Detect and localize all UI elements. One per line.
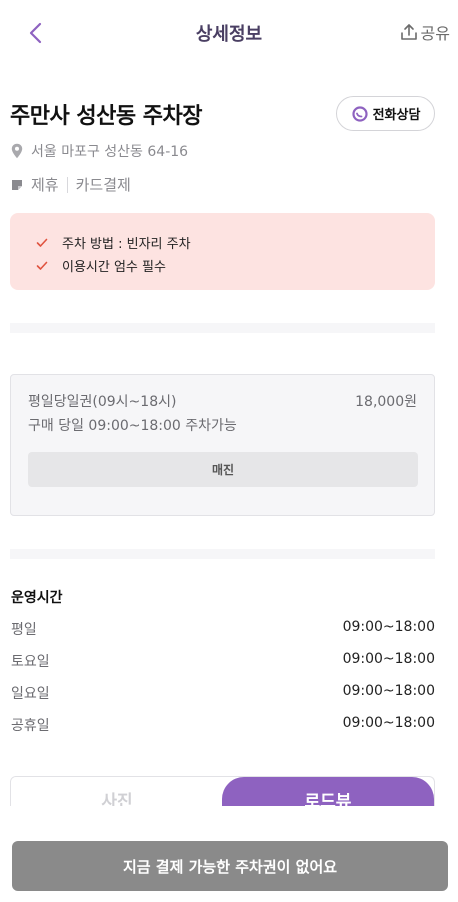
section-divider — [10, 549, 435, 559]
call-consult-label: 전화상담 — [372, 108, 421, 123]
hours-row: 평일 09:00~18:00 — [11, 619, 435, 639]
notice-item: 이용시간 엄수 필수 — [36, 254, 409, 277]
hours-row: 일요일 09:00~18:00 — [11, 683, 435, 703]
call-consult-button[interactable]: 전화상담 — [336, 96, 435, 131]
notice-text: 주차 방법 : 빈자리 주차 — [62, 237, 191, 252]
pay-button[interactable]: 지금 결제 가능한 주차권이 없어요 — [12, 841, 448, 891]
hours-day: 평일 — [11, 622, 37, 638]
tag-separator — [66, 176, 68, 193]
ticket-name: 평일당일권(09시~18시) — [28, 394, 177, 410]
operating-hours-title: 운영시간 — [11, 590, 63, 606]
ticket-description: 구매 당일 09:00~18:00 주차가능 — [28, 418, 237, 434]
header: 상세정보 공유 — [0, 0, 458, 64]
share-icon — [400, 24, 417, 40]
media-tab-bar: 사진 로드뷰 — [10, 776, 435, 806]
tab-roadview[interactable]: 로드뷰 — [222, 777, 434, 806]
check-icon — [36, 261, 48, 270]
hours-time: 09:00~18:00 — [342, 619, 435, 635]
page-title: 상세정보 — [195, 24, 263, 45]
hours-day: 일요일 — [11, 686, 50, 702]
share-button[interactable]: 공유 — [400, 20, 450, 44]
address-text: 서울 마포구 성산동 64-16 — [31, 144, 189, 160]
parking-lot-name: 주만사 성산동 주차장 — [10, 104, 202, 129]
hours-time: 09:00~18:00 — [342, 683, 435, 699]
phone-chat-icon — [351, 105, 368, 122]
tags-row: 제휴 카드결제 — [11, 174, 131, 195]
tag-partnership: 제휴 — [31, 176, 59, 194]
bottom-action-area: 지금 결제 가능한 주차권이 없어요 — [0, 806, 458, 902]
hours-row: 공휴일 09:00~18:00 — [11, 715, 435, 735]
tab-photo[interactable]: 사진 — [11, 777, 223, 806]
ticket-card: 평일당일권(09시~18시) 18,000원 구매 당일 09:00~18:00… — [10, 374, 435, 516]
share-label: 공유 — [420, 24, 450, 43]
hours-row: 토요일 09:00~18:00 — [11, 651, 435, 671]
hours-day: 공휴일 — [11, 718, 50, 734]
soldout-button: 매진 — [28, 452, 418, 487]
notice-box: 주차 방법 : 빈자리 주차 이용시간 엄수 필수 — [10, 213, 435, 290]
hours-day: 토요일 — [11, 654, 50, 670]
notice-item: 주차 방법 : 빈자리 주차 — [36, 231, 409, 254]
ticket-price: 18,000원 — [355, 394, 417, 410]
section-divider — [10, 323, 435, 333]
tag-card-payment: 카드결제 — [75, 176, 131, 194]
hours-time: 09:00~18:00 — [342, 651, 435, 667]
location-pin-icon — [11, 143, 23, 159]
hours-time: 09:00~18:00 — [342, 715, 435, 731]
address-row: 서울 마포구 성산동 64-16 — [11, 141, 188, 161]
tag-icon — [12, 179, 22, 190]
notice-text: 이용시간 엄수 필수 — [62, 260, 166, 275]
check-icon — [36, 238, 48, 247]
